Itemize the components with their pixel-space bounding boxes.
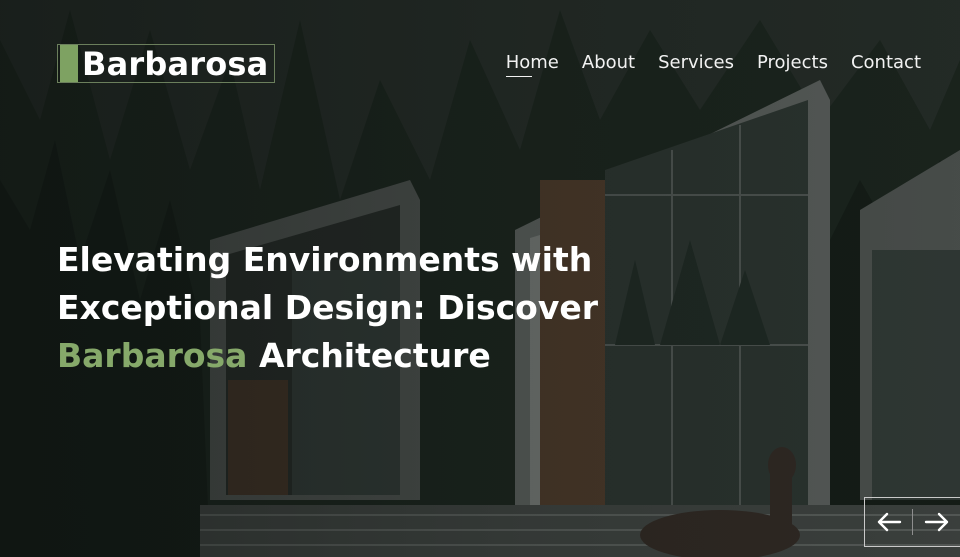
arrow-right-icon bbox=[924, 512, 948, 532]
hero-section: Barbarosa Home About Services Projects C… bbox=[0, 0, 960, 557]
headline-line-2: Exceptional Design: Discover bbox=[57, 288, 598, 327]
prev-slide-button[interactable] bbox=[865, 498, 912, 546]
main-nav: Home About Services Projects Contact bbox=[505, 52, 921, 77]
nav-item-home[interactable]: Home bbox=[505, 52, 559, 77]
nav-item-about[interactable]: About bbox=[582, 52, 635, 77]
brand-logo[interactable]: Barbarosa bbox=[57, 44, 275, 83]
slider-controls bbox=[864, 497, 960, 547]
brand-name: Barbarosa bbox=[82, 44, 269, 83]
headline-accent: Barbarosa bbox=[57, 336, 248, 375]
nav-item-services[interactable]: Services bbox=[658, 52, 734, 77]
nav-item-contact[interactable]: Contact bbox=[851, 52, 921, 77]
headline-line-1: Elevating Environments with bbox=[57, 240, 593, 279]
next-slide-button[interactable] bbox=[913, 498, 960, 546]
headline-end: Architecture bbox=[247, 336, 491, 375]
hero-headline: Elevating Environments with Exceptional … bbox=[57, 236, 617, 380]
logo-mark bbox=[60, 45, 78, 82]
nav-item-projects[interactable]: Projects bbox=[757, 52, 828, 77]
arrow-left-icon bbox=[877, 512, 901, 532]
